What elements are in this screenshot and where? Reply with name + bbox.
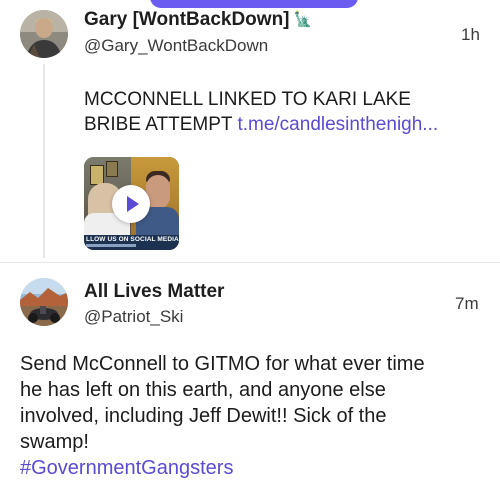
post-divider: [0, 262, 500, 263]
statue-of-liberty-icon: 🗽: [293, 11, 313, 28]
post-text-line: Send McConnell to GITMO for what ever ti…: [20, 353, 425, 375]
avatar-patriot-ski[interactable]: [20, 278, 68, 326]
post-text: Send McConnell to GITMO for what ever ti…: [20, 351, 425, 481]
play-icon[interactable]: [112, 185, 150, 223]
post-time: 7m: [455, 294, 479, 313]
new-posts-pill[interactable]: [150, 0, 358, 8]
post-text-line: involved, including Jeff Dewit!! Sick of…: [20, 405, 387, 427]
post-text-line: he has left on this earth, and anyone el…: [20, 379, 386, 401]
display-name[interactable]: All Lives Matter: [84, 281, 224, 303]
external-link[interactable]: t.me/candlesinthenigh...: [237, 114, 438, 135]
post-text-line: BRIBE ATTEMPT t.me/candlesinthenigh...: [84, 112, 438, 137]
post-text-line: MCCONNELL LINKED TO KARI LAKE: [84, 89, 411, 110]
user-handle[interactable]: @Gary_WontBackDown: [84, 36, 268, 56]
post-time: 1h: [461, 25, 480, 44]
post-text-line: swamp!: [20, 431, 89, 453]
post-text: MCCONNELL LINKED TO KARI LAKE BRIBE ATTE…: [84, 87, 438, 137]
post-text-segment: BRIBE ATTEMPT: [84, 114, 233, 135]
display-name[interactable]: Gary [WontBackDown] 🗽: [84, 9, 312, 31]
picture-frame: [90, 165, 104, 185]
avatar-gary[interactable]: [20, 10, 68, 58]
thread-line: [43, 64, 45, 258]
video-thumbnail[interactable]: LLOW US ON SOCIAL MEDIA: [84, 157, 179, 250]
user-handle[interactable]: @Patriot_Ski: [84, 307, 183, 327]
hashtag-link[interactable]: #GovernmentGangsters: [20, 455, 425, 481]
picture-frame: [106, 161, 118, 177]
caption-subline: [86, 244, 136, 247]
thumbnail-caption: LLOW US ON SOCIAL MEDIA: [86, 236, 179, 243]
